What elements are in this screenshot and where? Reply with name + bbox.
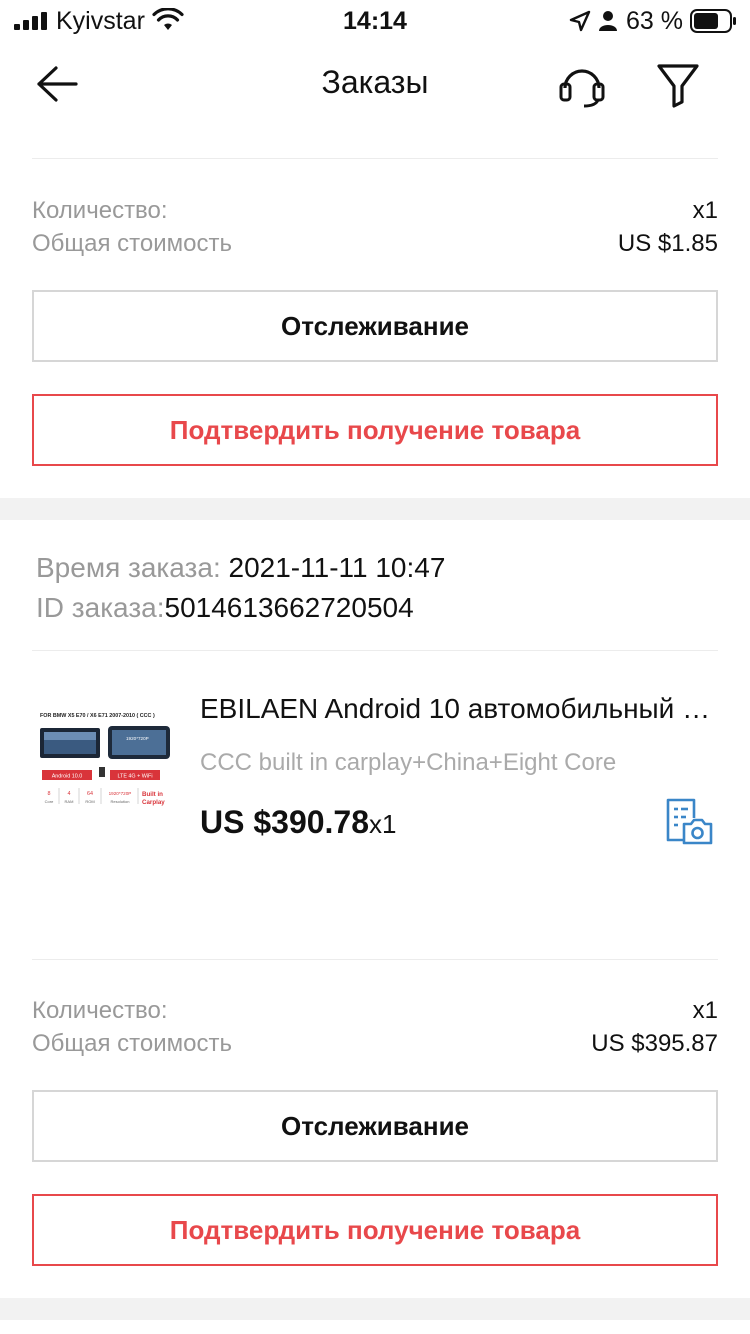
order-time-value: 2021-11-11 10:47: [220, 552, 446, 583]
battery-icon: [690, 9, 736, 33]
product-variant: CCC built in carplay+China+Eight Core: [200, 749, 617, 776]
total-value: US $1.85: [617, 230, 718, 257]
thumb-builtin: Built in: [142, 791, 163, 798]
thumb-carplay: Carplay: [142, 799, 165, 806]
track-button[interactable]: Отслеживание: [32, 290, 718, 362]
divider: [32, 158, 718, 159]
quantity-value: x1: [692, 997, 718, 1024]
status-bar: Kyivstar 14:14 63 %: [0, 0, 750, 42]
filter-icon[interactable]: [656, 62, 700, 108]
thumb-spec-value: 64: [87, 791, 93, 797]
thumb-tag-android: Android 10.0: [52, 774, 83, 780]
order-id-label: ID заказа:: [36, 592, 165, 623]
photo-review-icon[interactable]: [664, 798, 714, 846]
thumb-screen-text: 1920*720P: [126, 736, 149, 741]
section-gap: [0, 1298, 750, 1320]
order-id: ID заказа:5014613662720504: [36, 592, 414, 624]
confirm-receipt-button[interactable]: Подтвердить получение товара: [32, 1194, 718, 1266]
product-quantity: x1: [369, 809, 397, 839]
thumb-spec-value: 1920*720P: [109, 791, 132, 796]
support-headset-icon[interactable]: [558, 62, 606, 108]
battery-percent: 63 %: [626, 7, 683, 35]
quantity-label: Количество:: [32, 997, 168, 1024]
page-title: Заказы: [321, 64, 429, 100]
thumb-header: FOR BMW X5 E70 / X6 E71 2007-2010 ( CCC …: [40, 713, 155, 719]
divider: [32, 650, 718, 651]
app-header: Заказы: [0, 42, 750, 128]
product-title[interactable]: EBILAEN Android 10 автомобильный мультим…: [200, 693, 720, 725]
product-price-line: US $390.78x1: [200, 804, 396, 841]
confirm-receipt-button[interactable]: Подтвердить получение товара: [32, 394, 718, 466]
thumb-spec-value: 4: [68, 791, 71, 797]
quantity-value: x1: [692, 197, 718, 224]
section-gap: [0, 498, 750, 520]
location-icon: [569, 10, 591, 32]
order-id-value: 5014613662720504: [164, 592, 414, 623]
person-icon: [599, 11, 617, 31]
order-time-label: Время заказа:: [36, 552, 221, 583]
thumb-spec-unit: Core: [45, 799, 54, 804]
thumb-spec-unit: RAM: [65, 799, 74, 804]
divider: [32, 959, 718, 960]
total-label: Общая стоимость: [32, 1030, 232, 1057]
thumb-spec-unit: Resolution: [111, 799, 130, 804]
track-button[interactable]: Отслеживание: [32, 1090, 718, 1162]
product-price: US $390.78: [200, 804, 370, 840]
order-time: Время заказа: 2021-11-11 10:47: [36, 552, 445, 584]
thumb-tag-lte: LTE 4G + WiFi: [117, 774, 152, 780]
total-label: Общая стоимость: [32, 230, 232, 257]
total-value: US $395.87: [591, 1030, 718, 1057]
product-thumbnail[interactable]: FOR BMW X5 E70 / X6 E71 2007-2010 ( CCC …: [32, 700, 178, 818]
thumb-spec-unit: ROM: [85, 799, 94, 804]
quantity-label: Количество:: [32, 197, 168, 224]
thumb-spec-value: 8: [48, 791, 51, 797]
